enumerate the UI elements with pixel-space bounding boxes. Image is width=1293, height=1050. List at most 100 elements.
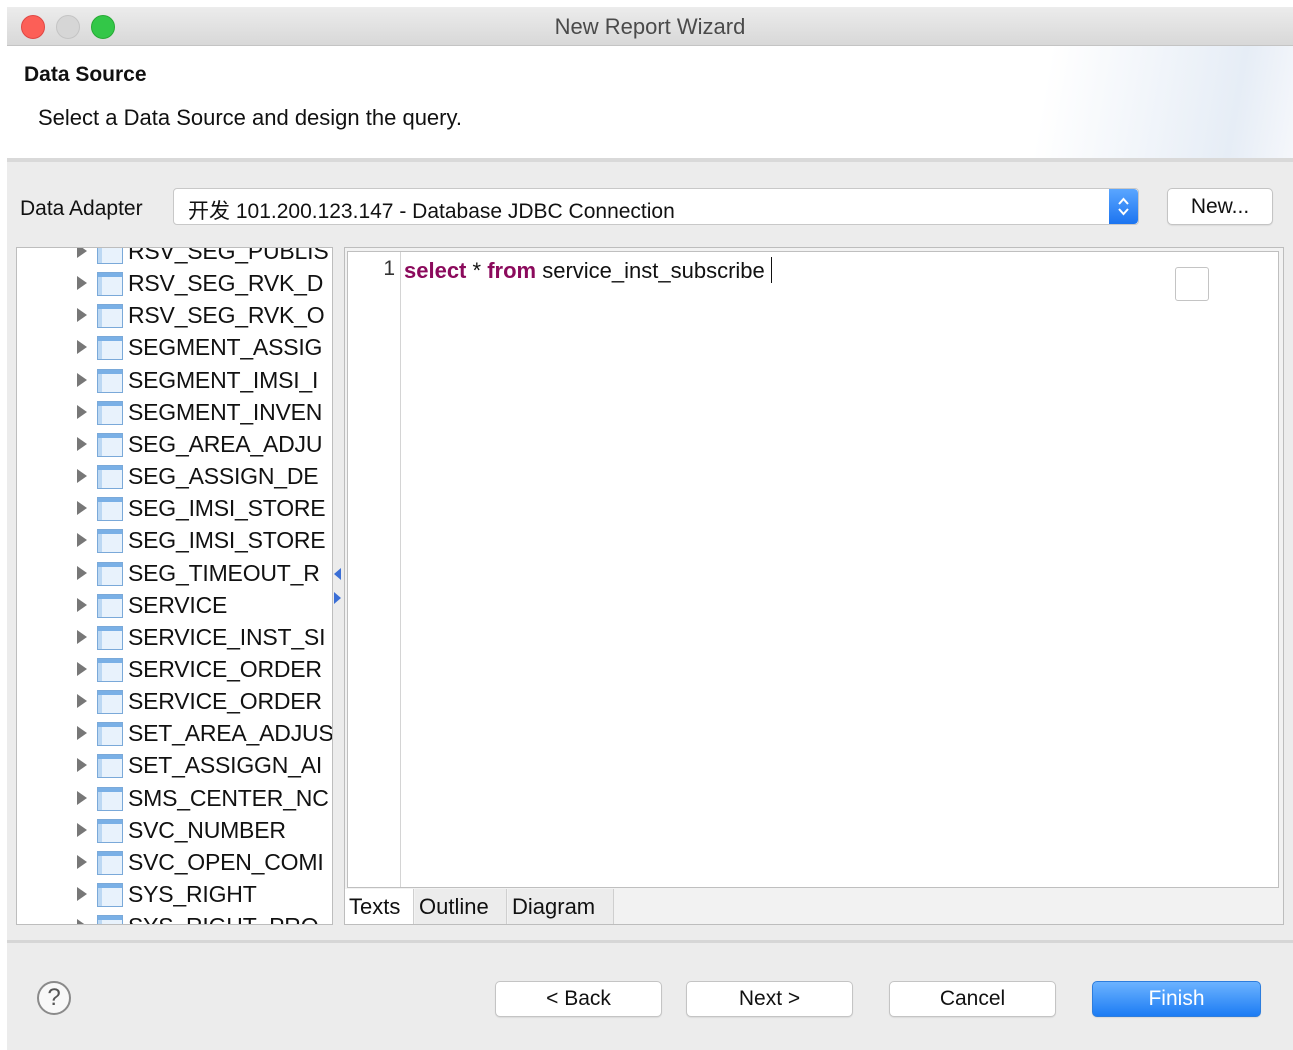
line-number-gutter: 1 xyxy=(348,252,401,887)
sql-code-line[interactable]: select * from service_inst_subscribe xyxy=(404,257,772,284)
expand-arrow-icon[interactable] xyxy=(77,790,87,805)
expand-arrow-icon[interactable] xyxy=(77,758,87,773)
expand-arrow-icon[interactable] xyxy=(77,887,87,901)
tree-item[interactable]: RSV_SEG_PUBLIS xyxy=(17,247,332,268)
next-button[interactable]: Next > xyxy=(686,981,853,1017)
window-title: New Report Wizard xyxy=(554,14,746,39)
tree-item[interactable]: SMS_CENTER_NC xyxy=(17,783,332,815)
tree-item-label: RSV_SEG_PUBLIS xyxy=(128,247,329,264)
tree-item-label: SEGMENT_IMSI_I xyxy=(128,366,319,393)
table-icon xyxy=(97,915,123,924)
tree-item-label: SERVICE_ORDER xyxy=(128,655,322,682)
table-icon xyxy=(97,465,123,490)
table-icon xyxy=(97,593,123,618)
tree-item[interactable]: SEGMENT_ASSIG xyxy=(17,332,332,364)
new-adapter-button[interactable]: New... xyxy=(1167,188,1273,225)
expand-arrow-icon[interactable] xyxy=(77,404,87,419)
expand-arrow-icon[interactable] xyxy=(77,919,87,924)
tab-texts[interactable]: Texts xyxy=(345,889,414,924)
wizard-window: New Report Wizard Data Source Select a D… xyxy=(7,7,1293,1050)
select-stepper-icon[interactable] xyxy=(1109,189,1138,224)
tree-item[interactable]: SET_AREA_ADJUS xyxy=(17,718,332,750)
expand-arrow-icon[interactable] xyxy=(77,248,87,258)
expand-arrow-icon[interactable] xyxy=(77,308,87,323)
table-icon xyxy=(97,400,123,425)
wizard-header: Data Source Select a Data Source and des… xyxy=(7,46,1293,162)
tree-item[interactable]: SEGMENT_INVEN xyxy=(17,397,332,429)
tree-item-label: SYS_RIGHT_PRO xyxy=(128,913,319,924)
table-icon xyxy=(97,432,123,457)
table-icon xyxy=(97,304,123,329)
expand-arrow-icon[interactable] xyxy=(77,597,87,612)
tab-diagram[interactable]: Diagram xyxy=(508,889,614,924)
table-icon xyxy=(97,497,123,522)
expand-arrow-icon[interactable] xyxy=(77,629,87,644)
expand-arrow-icon[interactable] xyxy=(77,276,87,291)
expand-arrow-icon[interactable] xyxy=(77,533,87,548)
editor-checkbox[interactable] xyxy=(1175,267,1209,301)
tree-item[interactable]: SERVICE_ORDER xyxy=(17,686,332,718)
tree-item[interactable]: SEG_ASSIGN_DE xyxy=(17,461,332,493)
line-number: 1 xyxy=(383,257,395,280)
tree-item[interactable]: SEGMENT_IMSI_I xyxy=(17,365,332,397)
table-icon xyxy=(97,850,123,875)
expand-arrow-icon[interactable] xyxy=(77,372,87,387)
help-icon[interactable]: ? xyxy=(37,981,71,1015)
expand-right-icon[interactable] xyxy=(334,592,341,604)
tree-item[interactable]: RSV_SEG_RVK_D xyxy=(17,268,332,300)
sql-editor[interactable]: 1 select * from service_inst_subscribe xyxy=(347,251,1279,888)
table-icon xyxy=(97,368,123,393)
back-button[interactable]: < Back xyxy=(495,981,662,1017)
expand-arrow-icon[interactable] xyxy=(77,822,87,837)
expand-arrow-icon[interactable] xyxy=(77,469,87,484)
expand-arrow-icon[interactable] xyxy=(77,565,87,580)
tree-item[interactable]: SYS_RIGHT_PRO xyxy=(17,911,332,924)
keyword-from: from xyxy=(487,258,537,283)
tree-item-label: RSV_SEG_RVK_O xyxy=(128,302,325,329)
expand-arrow-icon[interactable] xyxy=(77,854,87,869)
title-bar: New Report Wizard xyxy=(7,7,1293,46)
tree-item[interactable]: SVC_NUMBER xyxy=(17,815,332,847)
tree-item[interactable]: SERVICE xyxy=(17,590,332,622)
tree-item[interactable]: RSV_SEG_RVK_O xyxy=(17,300,332,332)
tree-item[interactable]: SVC_OPEN_COMI xyxy=(17,847,332,879)
tree-item[interactable]: SEG_IMSI_STORE xyxy=(17,525,332,557)
tree-item-label: SERVICE_ORDER xyxy=(128,688,322,715)
table-icon xyxy=(97,561,123,586)
sql-star: * xyxy=(472,258,482,283)
finish-button[interactable]: Finish xyxy=(1092,981,1261,1017)
tree-item[interactable]: SEG_TIMEOUT_R xyxy=(17,558,332,590)
table-icon xyxy=(97,690,123,715)
data-adapter-label: Data Adapter xyxy=(20,197,143,220)
tree-item[interactable]: SEG_IMSI_STORE xyxy=(17,493,332,525)
collapse-left-icon[interactable] xyxy=(334,568,341,580)
table-tree[interactable]: RSV_SEG_PUBLIS RSV_SEG_RVK_D RSV_SEG_RVK_O… xyxy=(16,247,333,925)
tree-item-label: SVC_OPEN_COMI xyxy=(128,848,324,875)
expand-arrow-icon[interactable] xyxy=(77,340,87,355)
expand-arrow-icon[interactable] xyxy=(77,501,87,516)
table-icon xyxy=(97,722,123,747)
data-adapter-select[interactable]: 开发 101.200.123.147 - Database JDBC Conne… xyxy=(173,188,1139,225)
tree-item[interactable]: SEG_AREA_ADJU xyxy=(17,429,332,461)
expand-arrow-icon[interactable] xyxy=(77,694,87,709)
tree-item[interactable]: SERVICE_INST_SI xyxy=(17,622,332,654)
tree-item[interactable]: SYS_RIGHT xyxy=(17,879,332,911)
tree-item-label: SYS_RIGHT xyxy=(128,881,257,907)
expand-arrow-icon[interactable] xyxy=(77,726,87,741)
data-adapter-value: 开发 101.200.123.147 - Database JDBC Conne… xyxy=(188,200,675,223)
expand-arrow-icon[interactable] xyxy=(77,436,87,451)
table-icon xyxy=(97,336,123,361)
tree-item[interactable]: SERVICE_ORDER xyxy=(17,654,332,686)
cancel-button[interactable]: Cancel xyxy=(889,981,1056,1017)
tree-item-label: RSV_SEG_RVK_D xyxy=(128,270,324,297)
tree-item-label: SERVICE_INST_SI xyxy=(128,623,326,650)
tree-item-label: SEG_ASSIGN_DE xyxy=(128,463,319,490)
table-icon xyxy=(97,272,123,297)
query-editor-panel: 1 select * from service_inst_subscribe T… xyxy=(344,247,1284,925)
table-icon xyxy=(97,529,123,554)
table-icon xyxy=(97,754,123,779)
page-title: Data Source xyxy=(24,63,147,86)
tab-outline[interactable]: Outline xyxy=(415,889,507,924)
expand-arrow-icon[interactable] xyxy=(77,661,87,676)
tree-item[interactable]: SET_ASSIGGN_AI xyxy=(17,750,332,782)
